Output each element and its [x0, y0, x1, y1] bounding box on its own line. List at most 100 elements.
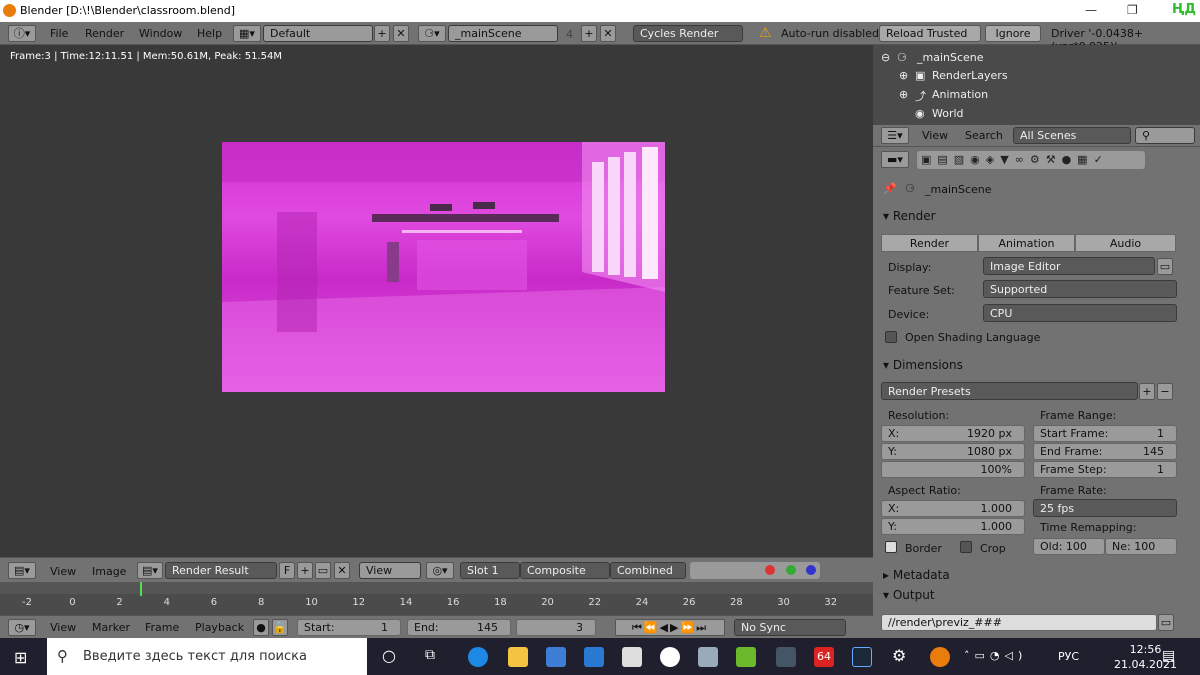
store-icon[interactable] — [546, 647, 566, 667]
fake-user-toggle[interactable]: F — [279, 562, 295, 579]
settings-gear-icon[interactable]: ⚙ — [892, 646, 906, 665]
render-section-header[interactable]: ▾ Render — [883, 209, 936, 223]
image-editor-canvas[interactable]: Frame:3 | Time:12:11.51 | Mem:50.61M, Pe… — [0, 45, 873, 557]
slot-select[interactable]: Slot 1 — [460, 562, 520, 579]
windows-start-icon[interactable]: ⊞ — [14, 648, 27, 667]
border-checkbox[interactable] — [885, 541, 897, 553]
layout-field[interactable]: Default — [263, 25, 373, 42]
minimize-icon[interactable]: — — [1085, 3, 1097, 17]
output-section-header[interactable]: ▾ Output — [883, 588, 935, 602]
menu-ol-view[interactable]: View — [922, 129, 948, 142]
current-frame-field[interactable]: 3 — [516, 619, 596, 636]
outliner[interactable]: ⊖ ⚆ _mainScene ⊕ ▣ RenderLayers ⊕ ⤴ Anim… — [873, 45, 1200, 125]
nvidia-icon[interactable] — [736, 647, 756, 667]
res-y-field[interactable]: Y: 1080 px — [881, 443, 1025, 460]
outliner-search-input[interactable]: ⚲ — [1135, 127, 1195, 144]
audio-button[interactable]: Audio — [1075, 234, 1176, 252]
render-button[interactable]: Render — [881, 234, 978, 252]
pin-icon[interactable]: 📌 — [883, 182, 897, 195]
start-frame-field-props[interactable]: Start Frame: 1 — [1033, 425, 1177, 442]
editor-type-outliner-icon[interactable]: ☰▾ — [881, 127, 909, 144]
current-frame-marker[interactable] — [140, 582, 142, 596]
outliner-renderlayers[interactable]: RenderLayers — [932, 69, 1008, 82]
scene-field[interactable]: _mainScene — [448, 25, 558, 42]
tray-icons[interactable]: ˄▭◔◁) — [964, 649, 1027, 662]
menu-ol-search[interactable]: Search — [965, 129, 1003, 142]
display-select[interactable]: Image Editor — [983, 257, 1155, 275]
keyboard-layout[interactable]: РУС — [1058, 650, 1079, 663]
editor-type-timeline-icon[interactable]: ◷▾ — [8, 619, 36, 636]
green-channel-icon[interactable] — [786, 565, 796, 575]
menu-marker[interactable]: Marker — [92, 621, 130, 634]
add-layout-icon[interactable]: + — [374, 25, 390, 42]
animation-button[interactable]: Animation — [978, 234, 1075, 252]
timeline-ruler[interactable] — [0, 582, 873, 594]
record-icon[interactable]: ● — [253, 619, 269, 636]
menu-tl-view[interactable]: View — [50, 621, 76, 634]
aida64-icon[interactable]: 64 — [814, 647, 834, 667]
aspect-x-field[interactable]: X: 1.000 — [881, 500, 1025, 517]
outliner-scene[interactable]: _mainScene — [917, 51, 984, 64]
properties-context-tabs[interactable]: ▣▤▧◉◈▼∞⚙⚒●▦✓ — [917, 151, 1145, 169]
display-window-icon[interactable]: ▭ — [1157, 258, 1173, 275]
expand-icon[interactable]: ⊕ — [899, 88, 908, 101]
editor-type-info-icon[interactable]: ⓘ▾ — [8, 25, 36, 42]
new-image-icon[interactable]: + — [297, 562, 313, 579]
blue-channel-icon[interactable] — [806, 565, 816, 575]
render-engine-select[interactable]: Cycles Render — [633, 25, 743, 42]
time-remap-old[interactable]: Old: 100 — [1033, 538, 1105, 555]
add-scene-icon[interactable]: + — [581, 25, 597, 42]
steam-icon[interactable] — [852, 647, 872, 667]
restore-icon[interactable]: ❐ — [1127, 3, 1138, 17]
image-name-field[interactable]: Render Result — [165, 562, 277, 579]
render-presets-select[interactable]: Render Presets — [881, 382, 1138, 400]
outliner-filter-select[interactable]: All Scenes — [1013, 127, 1131, 144]
reload-trusted-button[interactable]: Reload Trusted — [879, 25, 981, 42]
blender-taskbar-icon[interactable] — [930, 647, 950, 667]
lock-icon[interactable]: 🔒 — [272, 619, 288, 636]
res-percent-field[interactable]: 100% — [881, 461, 1025, 478]
screen-layout-icon[interactable]: ▦▾ — [233, 25, 261, 42]
time-remap-new[interactable]: Ne: 100 — [1105, 538, 1177, 555]
mail-icon[interactable] — [584, 647, 604, 667]
app2-icon[interactable] — [698, 647, 718, 667]
osl-checkbox[interactable] — [885, 331, 897, 343]
remove-scene-icon[interactable]: ✕ — [600, 25, 616, 42]
notifications-icon[interactable]: ▤ — [1162, 648, 1175, 664]
outliner-animation[interactable]: Animation — [932, 88, 988, 101]
unlink-image-icon[interactable]: ✕ — [334, 562, 350, 579]
crop-checkbox[interactable] — [960, 541, 972, 553]
res-x-field[interactable]: X: 1920 px — [881, 425, 1025, 442]
menu-image[interactable]: Image — [92, 565, 126, 578]
red-channel-icon[interactable] — [765, 565, 775, 575]
menu-window[interactable]: Window — [139, 27, 182, 40]
dimensions-section-header[interactable]: ▾ Dimensions — [883, 358, 963, 372]
timeline-area[interactable]: -2 0 2 4 6 8 10 12 14 16 18 20 22 24 26 28 30 32 — [0, 582, 873, 615]
remove-layout-icon[interactable]: ✕ — [393, 25, 409, 42]
outliner-world[interactable]: World — [932, 107, 964, 120]
playback-controls[interactable]: ⏮⏪◀▶⏩⏭ — [615, 619, 725, 636]
file-explorer-icon[interactable] — [508, 647, 528, 667]
expand-icon[interactable]: ⊕ — [899, 69, 908, 82]
aspect-y-field[interactable]: Y: 1.000 — [881, 518, 1025, 535]
channel-toggles[interactable] — [690, 562, 820, 579]
view-mode-select[interactable]: View — [359, 562, 421, 579]
scene-icon[interactable]: ⚆▾ — [418, 25, 446, 42]
pivot-icon[interactable]: ◎▾ — [426, 562, 454, 579]
start-frame-field[interactable]: Start: 1 — [297, 619, 401, 636]
task-view-icon[interactable]: ⧉ — [425, 647, 435, 663]
app-icon[interactable] — [622, 647, 642, 667]
menu-file[interactable]: File — [50, 27, 68, 40]
image-browse-icon[interactable]: ▤▾ — [137, 562, 163, 579]
menu-view[interactable]: View — [50, 565, 76, 578]
remove-preset-icon[interactable]: − — [1157, 383, 1173, 400]
app3-icon[interactable] — [776, 647, 796, 667]
metadata-section-header[interactable]: ▸ Metadata — [883, 568, 950, 582]
feature-set-select[interactable]: Supported — [983, 280, 1177, 298]
open-image-icon[interactable]: ▭ — [315, 562, 331, 579]
device-select[interactable]: CPU — [983, 304, 1177, 322]
expand-icon[interactable]: ⊖ — [881, 51, 890, 64]
editor-type-properties-icon[interactable]: ▬▾ — [881, 151, 909, 168]
sync-select[interactable]: No Sync — [734, 619, 846, 636]
cortana-icon[interactable]: ○ — [382, 646, 396, 665]
